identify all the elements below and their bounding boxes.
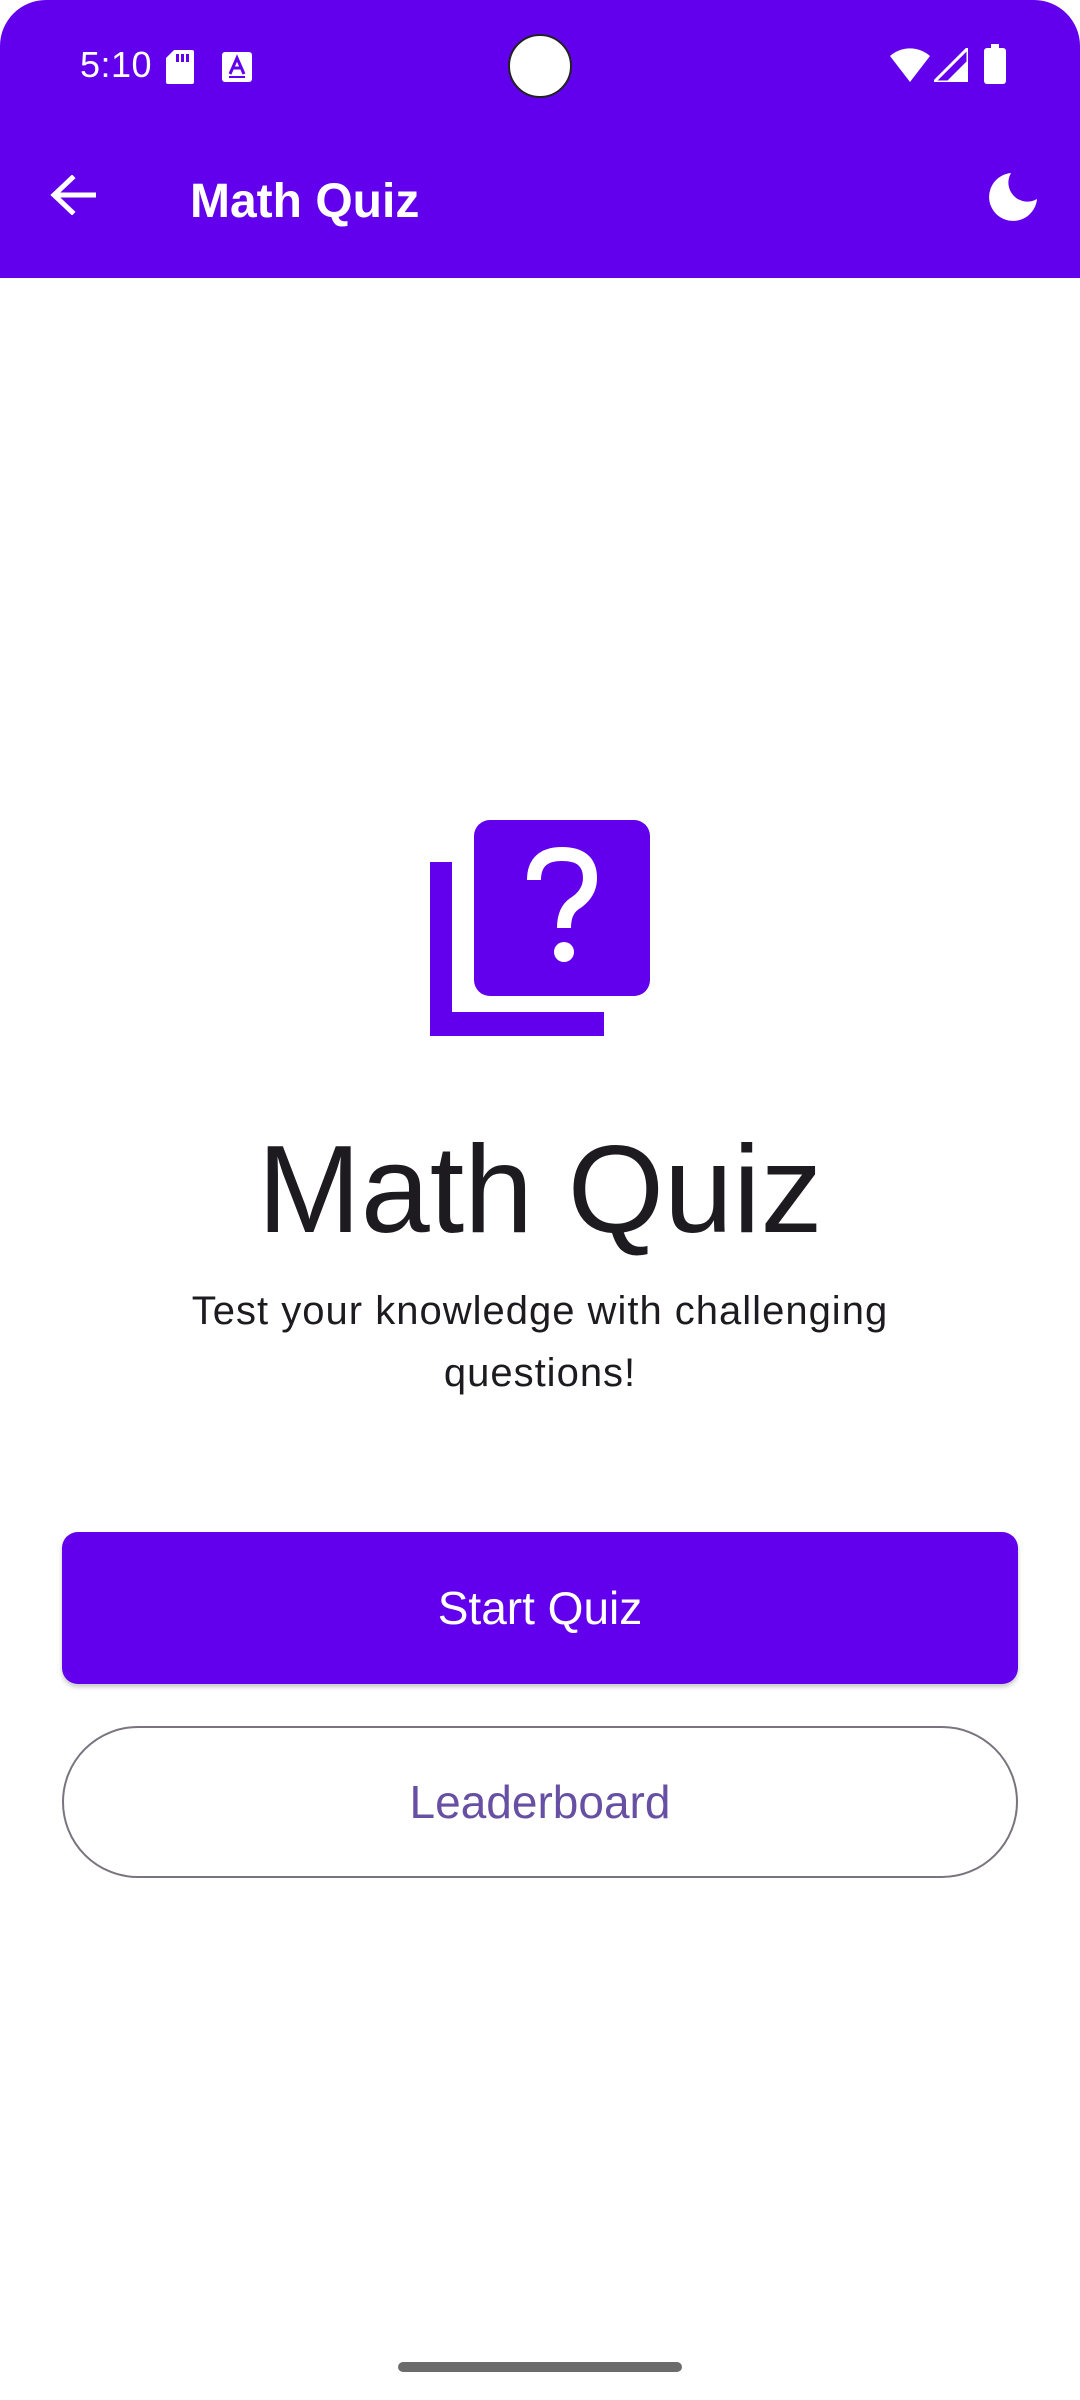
wifi-icon [890,48,930,87]
status-bar: 5:10 [0,0,1080,130]
theme-toggle-button[interactable] [984,168,1044,228]
status-time: 5:10 [80,44,153,85]
quiz-question-icon [426,818,654,1046]
hero-subtitle: Test your knowledge with challenging que… [191,1289,889,1395]
leaderboard-label: Leaderboard [409,1776,671,1828]
screen: 5:10 Math Quiz Math Quiz Test your knowl… [0,0,1080,2400]
back-button[interactable] [38,162,108,232]
start-quiz-label: Start Quiz [437,1582,643,1634]
signal-icon [930,44,970,87]
arrow-back-icon [50,173,97,220]
app-bar-title: Math Quiz [190,175,420,228]
text-a-icon [222,52,252,87]
top-app-bar-container: 5:10 Math Quiz [0,0,1080,278]
front-camera [508,34,572,98]
dark-mode-moon-icon [989,171,1039,226]
home-gesture-bar[interactable] [398,2362,682,2372]
start-quiz-button[interactable]: Start Quiz [62,1532,1018,1684]
battery-icon [984,44,1006,89]
leaderboard-button[interactable]: Leaderboard [62,1726,1018,1878]
app-bar: Math Quiz [0,130,1080,278]
sd-card-icon [166,50,194,89]
hero-title: Math Quiz [257,1121,823,1259]
